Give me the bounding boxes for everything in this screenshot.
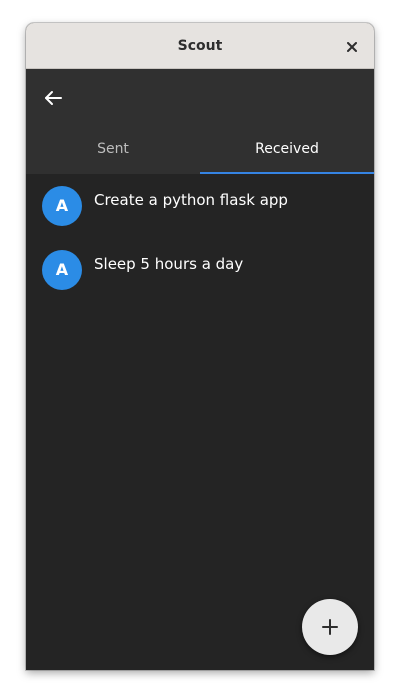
list-item-text: Create a python flask app	[94, 191, 288, 209]
header-bar	[26, 69, 374, 125]
avatar: A	[42, 186, 82, 226]
list-item[interactable]: A Sleep 5 hours a day	[26, 238, 374, 302]
avatar: A	[42, 250, 82, 290]
plus-icon	[322, 619, 338, 635]
arrow-left-icon	[45, 91, 62, 105]
list-item-text: Sleep 5 hours a day	[94, 255, 244, 273]
window-title: Scout	[177, 38, 223, 54]
add-button[interactable]	[302, 599, 358, 655]
tab-sent[interactable]: Sent	[26, 125, 200, 174]
message-list: A Create a python flask app A Sleep 5 ho…	[26, 174, 374, 302]
tab-received[interactable]: Received	[200, 125, 374, 174]
title-bar: Scout	[26, 23, 374, 69]
close-button[interactable]	[340, 34, 364, 58]
app-window: Scout Sent Received A Create a python fl…	[26, 23, 374, 670]
close-icon	[347, 41, 357, 52]
back-button[interactable]	[38, 83, 68, 113]
list-item[interactable]: A Create a python flask app	[26, 174, 374, 238]
tab-bar: Sent Received	[26, 125, 374, 174]
